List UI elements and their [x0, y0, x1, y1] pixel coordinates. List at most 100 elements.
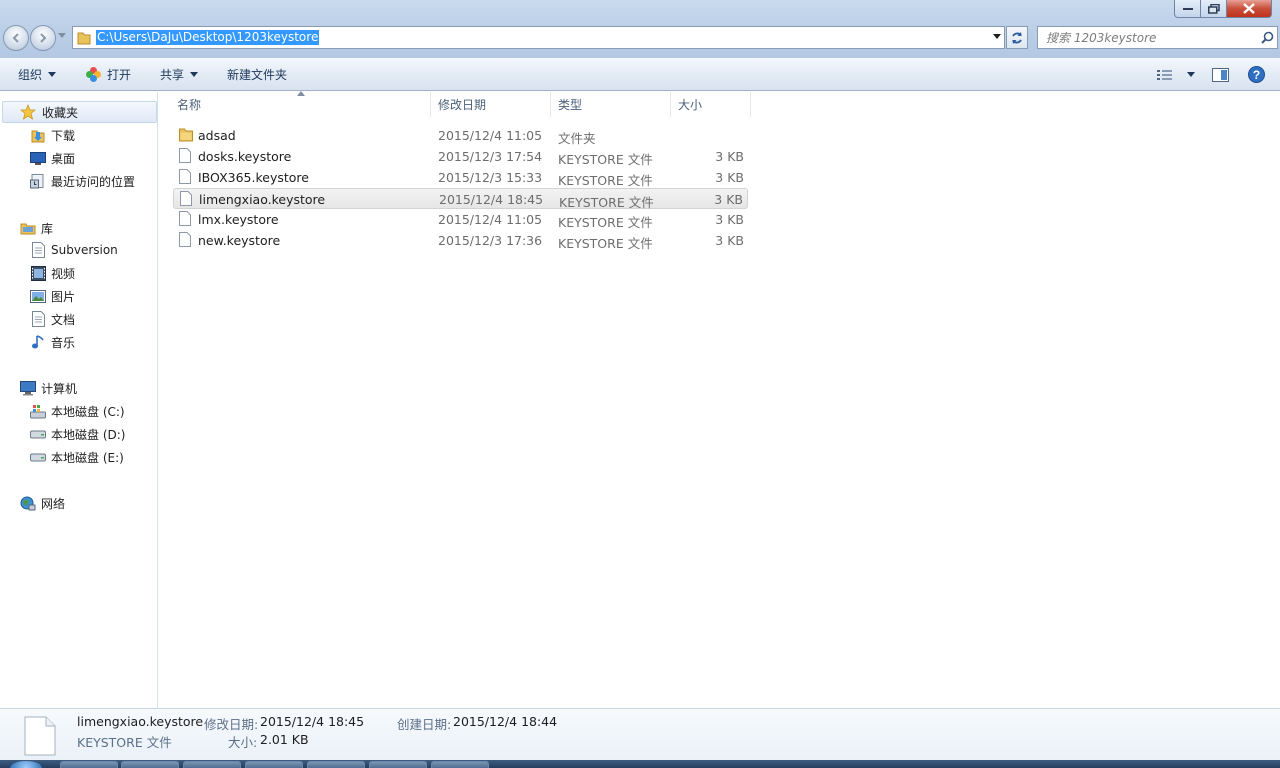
file-icon	[179, 148, 191, 163]
taskbar-app-button[interactable]	[245, 761, 303, 768]
column-size-label: 大小	[678, 98, 703, 112]
start-button[interactable]	[10, 761, 42, 768]
search-icon[interactable]	[1257, 31, 1277, 44]
nav-libraries[interactable]: 库	[20, 217, 53, 239]
column-headers: 名称 修改日期 类型 大小	[159, 91, 752, 117]
taskbar-app-button[interactable]	[183, 761, 241, 768]
drive-icon	[30, 449, 46, 465]
chevron-down-icon	[48, 72, 57, 77]
file-row[interactable]: lmx.keystore 2015/12/4 11:05 KEYSTORE 文件…	[173, 209, 748, 230]
column-header-name[interactable]: 名称	[159, 92, 431, 117]
open-button[interactable]: 打开	[85, 58, 131, 91]
taskbar-app-button[interactable]	[307, 761, 365, 768]
help-button[interactable]: ?	[1248, 58, 1265, 91]
file-icon	[179, 232, 191, 247]
file-date: 2015/12/4 18:45	[439, 192, 544, 207]
nav-item-subversion[interactable]: Subversion	[30, 239, 118, 261]
nav-network[interactable]: 网络	[20, 492, 65, 514]
file-date: 2015/12/4 11:05	[438, 212, 543, 227]
taskbar-app-button[interactable]	[431, 761, 489, 768]
nav-item-pictures[interactable]: 图片	[30, 285, 75, 307]
close-button[interactable]	[1227, 0, 1272, 18]
file-size: 3 KB	[715, 233, 744, 248]
star-icon	[20, 104, 36, 120]
file-thumbnail-icon	[24, 716, 56, 756]
drive-icon	[30, 426, 46, 442]
file-row[interactable]: adsad 2015/12/4 11:05 文件夹	[173, 125, 748, 146]
file-type: KEYSTORE 文件	[558, 173, 653, 188]
nav-item-label: 本地磁盘 (C:)	[51, 404, 125, 419]
details-created-value: 2015/12/4 18:44	[453, 714, 558, 729]
column-header-date[interactable]: 修改日期	[431, 92, 551, 117]
nav-network-label: 网络	[41, 496, 66, 511]
nav-item-label: Subversion	[51, 243, 118, 257]
minimize-button[interactable]	[1174, 0, 1201, 18]
taskbar-app-button[interactable]	[121, 761, 179, 768]
search-box[interactable]: 搜索 1203keystore	[1037, 26, 1278, 49]
refresh-button[interactable]	[1006, 26, 1028, 49]
file-date: 2015/12/4 11:05	[438, 128, 543, 143]
file-row[interactable]: new.keystore 2015/12/3 17:36 KEYSTORE 文件…	[173, 230, 748, 251]
nav-computer-label: 计算机	[41, 381, 78, 396]
window-controls	[1174, 0, 1272, 18]
nav-item-drive-c[interactable]: 本地磁盘 (C:)	[30, 400, 125, 422]
search-input[interactable]: 搜索 1203keystore	[1038, 29, 1257, 46]
taskbar-app-button[interactable]	[60, 761, 118, 768]
file-name: limengxiao.keystore	[199, 192, 326, 207]
nav-item-music[interactable]: 音乐	[30, 331, 75, 353]
system-drive-icon	[30, 403, 46, 419]
preview-pane-button[interactable]	[1212, 58, 1229, 91]
column-header-type[interactable]: 类型	[551, 92, 671, 117]
folder-icon	[179, 128, 193, 142]
nav-item-downloads[interactable]: 下载	[30, 124, 75, 146]
share-button[interactable]: 共享	[160, 58, 199, 91]
recent-pages-dropdown[interactable]	[58, 33, 67, 39]
file-type: KEYSTORE 文件	[558, 152, 653, 167]
forward-button[interactable]	[30, 25, 56, 51]
file-icon	[179, 211, 191, 226]
file-type: 文件夹	[558, 131, 596, 146]
nav-item-videos[interactable]: 视频	[30, 262, 75, 284]
nav-item-documents[interactable]: 文档	[30, 308, 75, 330]
file-type: KEYSTORE 文件	[558, 215, 653, 230]
nav-item-label: 最近访问的位置	[51, 174, 136, 189]
file-name: adsad	[198, 128, 236, 143]
preview-pane-icon	[1212, 67, 1229, 82]
column-header-size[interactable]: 大小	[671, 92, 751, 117]
desktop-icon	[30, 150, 46, 166]
nav-item-drive-e[interactable]: 本地磁盘 (E:)	[30, 446, 124, 468]
file-icon	[180, 191, 192, 206]
view-options-button[interactable]	[1157, 58, 1195, 91]
maximize-button[interactable]	[1201, 0, 1227, 18]
address-path[interactable]: C:\Users\DaJu\Desktop\1203keystore	[96, 30, 320, 45]
taskbar-app-button[interactable]	[369, 761, 427, 768]
nav-computer[interactable]: 计算机	[20, 377, 77, 399]
nav-item-label: 文档	[51, 312, 76, 327]
file-row-selected[interactable]: limengxiao.keystore 2015/12/4 18:45 KEYS…	[173, 188, 748, 210]
back-button[interactable]	[3, 25, 29, 51]
file-row[interactable]: IBOX365.keystore 2015/12/3 15:33 KEYSTOR…	[173, 167, 748, 188]
nav-item-desktop[interactable]: 桌面	[30, 147, 75, 169]
minimize-icon	[1182, 7, 1193, 10]
nav-item-label: 下载	[51, 128, 76, 143]
nav-favorites-label: 收藏夹	[42, 105, 79, 120]
open-app-icon	[86, 67, 101, 82]
file-row[interactable]: dosks.keystore 2015/12/3 17:54 KEYSTORE …	[173, 146, 748, 167]
nav-item-drive-d[interactable]: 本地磁盘 (D:)	[30, 423, 125, 445]
folder-icon	[73, 27, 95, 48]
column-date-label: 修改日期	[438, 98, 487, 112]
organize-button[interactable]: 组织	[18, 58, 57, 91]
details-pane: limengxiao.keystore KEYSTORE 文件 修改日期: 20…	[0, 708, 1280, 760]
nav-item-label: 图片	[51, 289, 76, 304]
nav-favorites[interactable]: 收藏夹	[2, 101, 157, 123]
column-type-label: 类型	[558, 98, 583, 112]
address-dropdown-icon[interactable]	[993, 34, 1002, 40]
address-bar[interactable]: C:\Users\DaJu\Desktop\1203keystore	[72, 26, 1005, 49]
nav-item-label: 视频	[51, 266, 76, 281]
forward-arrow-icon	[40, 33, 47, 43]
file-date: 2015/12/3 17:54	[438, 149, 543, 164]
new-folder-button[interactable]: 新建文件夹	[227, 58, 287, 91]
file-name: new.keystore	[198, 233, 281, 248]
nav-item-recent[interactable]: 最近访问的位置	[30, 170, 135, 192]
nav-item-label: 本地磁盘 (D:)	[51, 427, 126, 442]
